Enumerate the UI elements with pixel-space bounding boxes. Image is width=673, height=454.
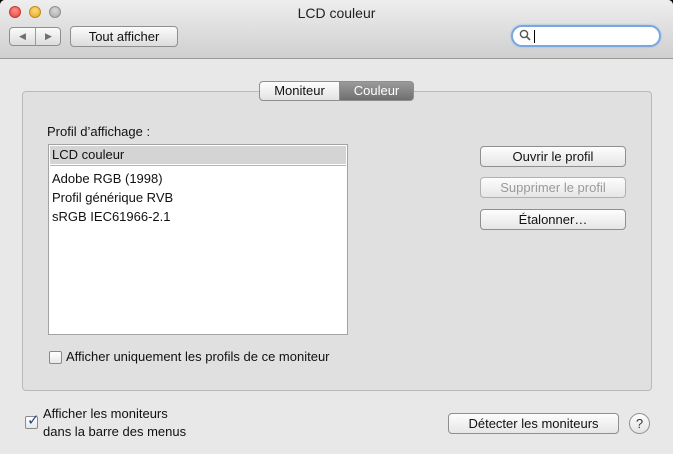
tab-bar: Moniteur Couleur (259, 81, 414, 101)
calibrate-button[interactable]: Étalonner… (480, 209, 626, 230)
list-item-generic-rvb[interactable]: Profil générique RVB (52, 189, 173, 207)
search-icon (519, 29, 531, 44)
back-button[interactable]: ◀ (10, 28, 36, 45)
list-item-srgb[interactable]: sRGB IEC61966-2.1 (52, 208, 171, 226)
window: LCD couleur ◀ ▶ Tout afficher Moniteur C… (0, 0, 673, 454)
list-separator (50, 165, 346, 166)
list-item-lcd-couleur[interactable]: LCD couleur (52, 146, 124, 164)
forward-arrow-icon: ▶ (45, 31, 52, 41)
show-in-menubar-checkbox[interactable]: ✓ (25, 412, 40, 429)
only-this-monitor-label[interactable]: Afficher uniquement les profils de ce mo… (66, 348, 330, 366)
help-icon: ? (635, 416, 644, 431)
profile-heading: Profil d’affichage : (47, 124, 151, 139)
show-in-menubar-label-line2[interactable]: dans la barre des menus (43, 423, 186, 441)
detect-monitors-button[interactable]: Détecter les moniteurs (448, 413, 619, 434)
open-profile-button[interactable]: Ouvrir le profil (480, 146, 626, 167)
tab-couleur[interactable]: Couleur (340, 81, 414, 101)
title-bar: LCD couleur ◀ ▶ Tout afficher (0, 0, 673, 59)
help-button[interactable]: ? (629, 413, 650, 434)
window-title: LCD couleur (297, 5, 376, 21)
back-arrow-icon: ◀ (19, 31, 26, 41)
forward-button[interactable]: ▶ (36, 28, 61, 45)
search-field[interactable] (511, 25, 661, 47)
only-this-monitor-checkbox[interactable] (49, 351, 62, 364)
delete-profile-button[interactable]: Supprimer le profil (480, 177, 626, 198)
show-in-menubar-label-line1[interactable]: Afficher les moniteurs (43, 405, 168, 423)
navigation-segmented-control: ◀ ▶ (9, 27, 61, 46)
checkmark-icon: ✓ (27, 412, 40, 429)
list-item-adobe-rgb[interactable]: Adobe RGB (1998) (52, 170, 163, 188)
search-input[interactable] (537, 28, 655, 44)
profile-list[interactable]: LCD couleur Adobe RGB (1998) Profil géné… (48, 144, 348, 335)
text-caret (534, 30, 535, 43)
show-all-button[interactable]: Tout afficher (70, 26, 178, 47)
tab-moniteur[interactable]: Moniteur (259, 81, 340, 101)
